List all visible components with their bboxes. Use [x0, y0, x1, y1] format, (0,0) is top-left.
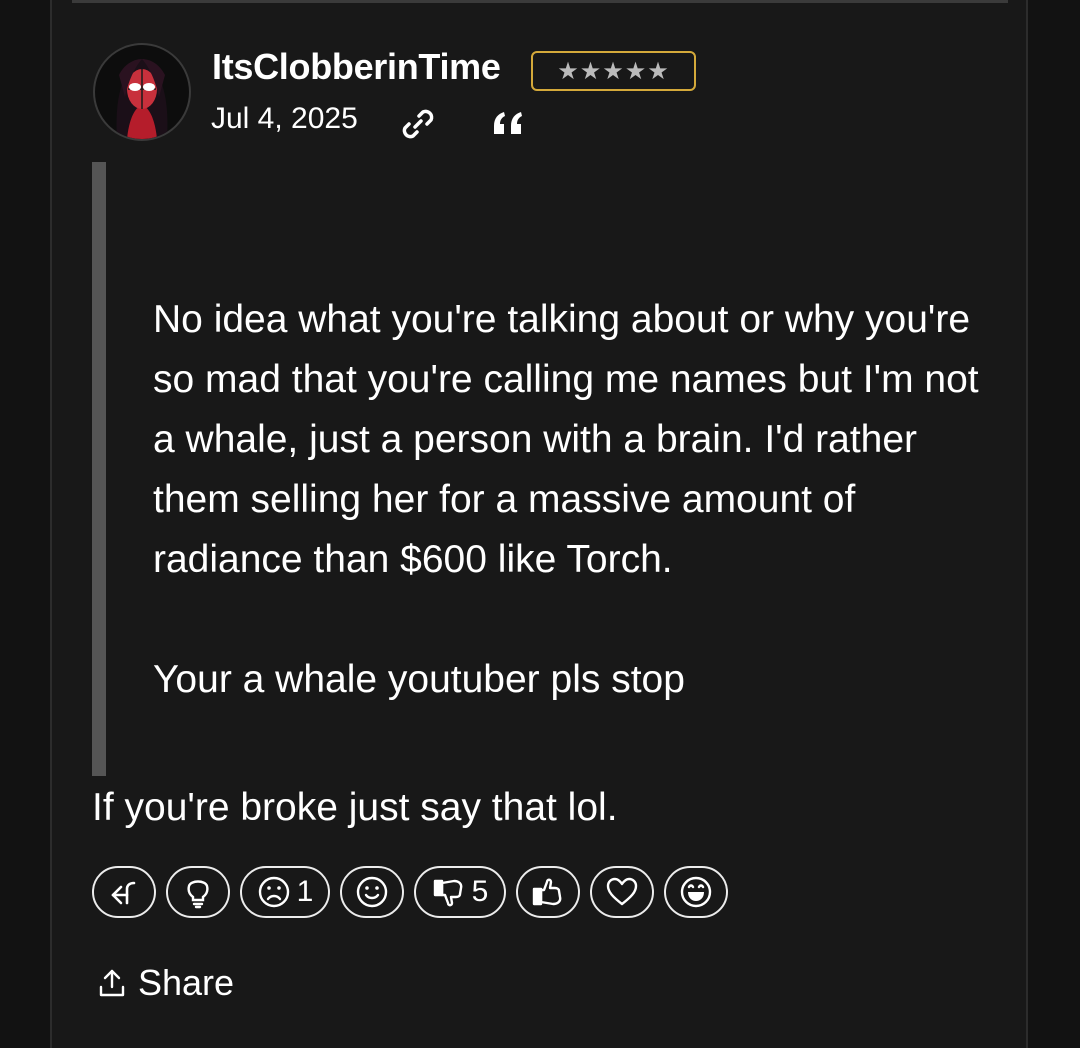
reply-text: If you're broke just say that lol. [92, 786, 618, 829]
divider [72, 0, 1008, 3]
frown-reaction-button[interactable]: 1 [240, 866, 330, 918]
thumbs-up-reaction-button[interactable] [516, 866, 580, 918]
thumbs-down-reaction-button[interactable]: 5 [414, 866, 506, 918]
username[interactable]: ItsClobberinTime [212, 46, 501, 88]
quote-icon[interactable] [490, 104, 530, 144]
thumbs-down-icon [433, 879, 463, 907]
frown-count: 1 [296, 875, 314, 908]
reply-reaction-button[interactable] [92, 866, 156, 918]
share-label: Share [138, 962, 235, 1003]
avatar[interactable] [93, 43, 191, 141]
thumbs-down-count: 5 [471, 875, 489, 908]
laugh-icon [680, 876, 712, 908]
post-date[interactable]: Jul 4, 2025 [211, 102, 358, 136]
avatar-image [116, 59, 168, 139]
heart-reaction-button[interactable] [590, 866, 654, 918]
heart-icon [606, 877, 638, 906]
smile-icon [356, 876, 388, 908]
quote-paragraph: No idea what you're talking about or why… [153, 298, 979, 581]
quote-bar [92, 162, 106, 776]
laugh-reaction-button[interactable] [664, 866, 728, 918]
share-button[interactable]: Share [96, 962, 234, 1004]
reply-icon [111, 881, 136, 905]
lightbulb-reaction-button[interactable] [166, 866, 230, 918]
link-icon[interactable] [398, 104, 438, 144]
quote-paragraph: Your a whale youtuber pls stop [153, 658, 685, 701]
rank-badge: ★★★★★ [531, 51, 696, 91]
share-icon [99, 969, 125, 997]
thumbs-up-icon [532, 878, 562, 906]
smile-reaction-button[interactable] [340, 866, 404, 918]
quoted-message: No idea what you're talking about or why… [153, 290, 983, 710]
frown-icon [258, 876, 289, 908]
lightbulb-icon [187, 880, 209, 909]
